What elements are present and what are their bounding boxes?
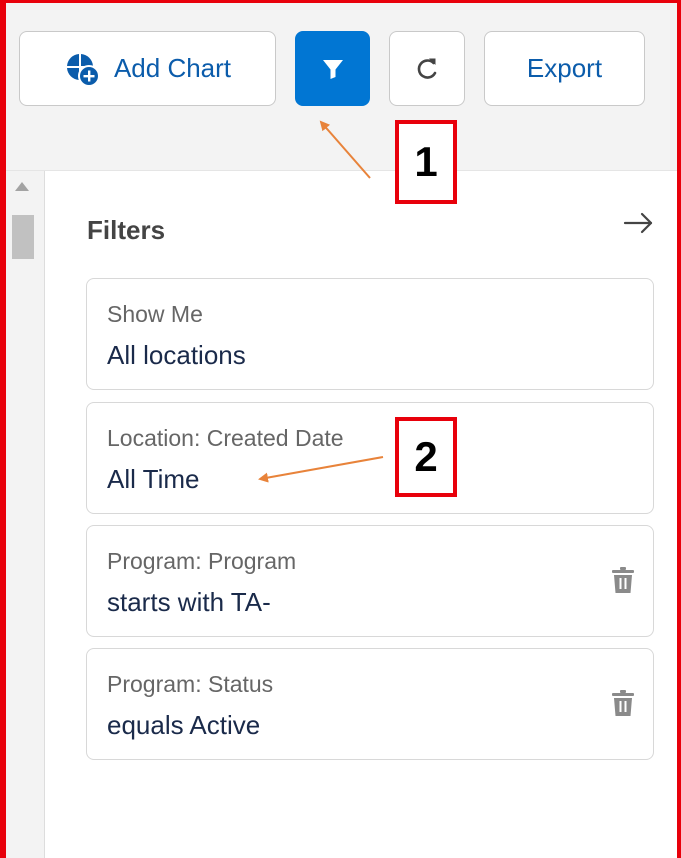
vertical-scrollbar[interactable] <box>6 171 45 858</box>
scroll-up-arrow-icon[interactable] <box>15 182 29 191</box>
filter-card-created-date[interactable]: Location: Created Date All Time <box>86 402 654 514</box>
filter-card-value: starts with TA- <box>107 587 271 617</box>
filter-button[interactable] <box>295 31 370 106</box>
filter-card-label: Program: Program <box>107 548 297 574</box>
trash-icon[interactable] <box>611 566 635 594</box>
filter-card-show-me[interactable]: Show Me All locations <box>86 278 654 390</box>
trash-icon[interactable] <box>611 689 635 717</box>
funnel-icon <box>322 59 343 79</box>
filter-card-label: Show Me <box>107 301 203 327</box>
filter-card-label: Location: Created Date <box>107 425 344 451</box>
annotation-callout-1: 1 <box>395 120 457 204</box>
filters-panel: Filters Show Me All locations Location: … <box>45 171 677 858</box>
filter-card-status[interactable]: Program: Status equals Active <box>86 648 654 760</box>
filter-card-value: All locations <box>107 340 246 370</box>
add-chart-label: Add Chart <box>113 53 232 83</box>
annotation-callout-2: 2 <box>395 417 457 497</box>
filter-card-value: equals Active <box>107 710 261 740</box>
add-chart-icon <box>66 53 100 87</box>
filter-card-program[interactable]: Program: Program starts with TA- <box>86 525 654 637</box>
export-button[interactable]: Export <box>484 31 645 106</box>
filter-card-value: All Time <box>107 464 200 494</box>
scrollbar-thumb[interactable] <box>12 215 34 259</box>
filter-card-label: Program: Status <box>107 671 274 697</box>
refresh-icon <box>417 58 437 79</box>
refresh-button[interactable] <box>389 31 465 106</box>
add-chart-button[interactable]: Add Chart <box>19 31 276 106</box>
report-toolbar: Add Chart Export <box>0 0 681 171</box>
arrow-right-icon[interactable] <box>623 211 655 235</box>
filters-panel-title: Filters <box>87 215 166 245</box>
export-label: Export <box>526 53 603 83</box>
